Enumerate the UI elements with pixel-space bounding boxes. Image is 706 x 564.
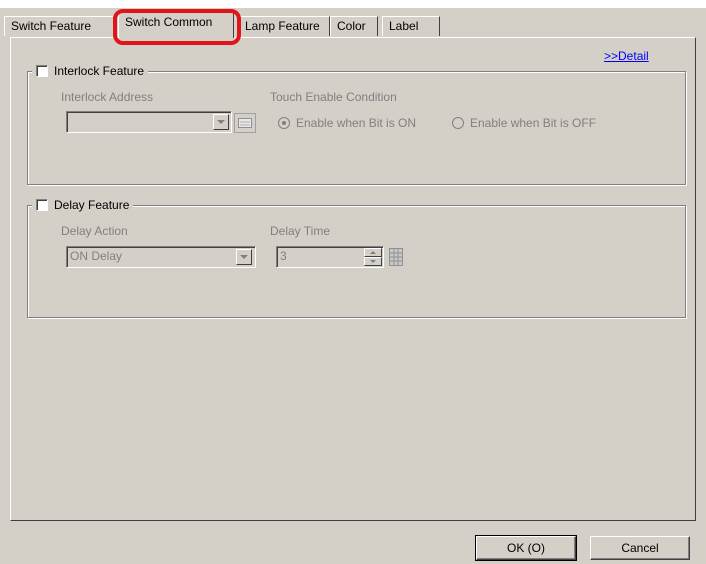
delay-action-select[interactable]: ON Delay bbox=[66, 246, 256, 268]
chevron-down-icon bbox=[240, 255, 248, 259]
tab-color[interactable]: Color bbox=[330, 16, 378, 36]
tab-switch-feature[interactable]: Switch Feature bbox=[4, 16, 114, 36]
interlock-legend: Interlock Feature bbox=[32, 63, 149, 79]
tab-switch-common[interactable]: Switch Common bbox=[118, 12, 234, 38]
tab-label: Lamp Feature bbox=[245, 19, 320, 33]
delay-time-label: Delay Time bbox=[270, 224, 331, 238]
delay-keypad-button[interactable] bbox=[386, 246, 406, 268]
radio-indicator-selected bbox=[278, 117, 290, 129]
ok-label: OK (O) bbox=[507, 541, 545, 555]
interlock-address-label: Interlock Address bbox=[61, 90, 154, 104]
dialog-window: Switch Feature Switch Common Lamp Featur… bbox=[0, 0, 706, 564]
interlock-checkbox[interactable] bbox=[36, 65, 48, 77]
spin-down-button[interactable] bbox=[364, 257, 382, 266]
chevron-down-icon bbox=[370, 260, 376, 263]
delay-legend: Delay Feature bbox=[32, 197, 134, 213]
tab-label: Color bbox=[337, 19, 366, 33]
tab-label-text: Label bbox=[389, 19, 419, 33]
radio-enable-on[interactable]: Enable when Bit is ON bbox=[278, 116, 416, 130]
radio-enable-off[interactable]: Enable when Bit is OFF bbox=[452, 116, 596, 130]
chevron-down-icon bbox=[217, 120, 225, 124]
keypad-icon bbox=[238, 118, 252, 128]
delay-title: Delay Feature bbox=[54, 198, 130, 212]
delay-action-label: Delay Action bbox=[61, 224, 128, 238]
delay-checkbox[interactable] bbox=[36, 199, 48, 211]
keypad-button[interactable] bbox=[234, 113, 256, 133]
radio-on-label: Enable when Bit is ON bbox=[296, 116, 417, 130]
interlock-title: Interlock Feature bbox=[54, 64, 145, 78]
touch-condition-label: Touch Enable Condition bbox=[270, 90, 397, 104]
interlock-address-input[interactable] bbox=[66, 111, 232, 133]
tab-lamp-feature[interactable]: Lamp Feature bbox=[238, 16, 330, 36]
cancel-button[interactable]: Cancel bbox=[590, 536, 690, 560]
tab-label: Switch Common bbox=[125, 15, 213, 29]
keypad-grid-icon bbox=[389, 248, 403, 266]
delay-action-value: ON Delay bbox=[70, 249, 123, 263]
top-strip bbox=[0, 0, 706, 8]
delay-time-value: 3 bbox=[280, 249, 287, 263]
delay-action-dropdown[interactable] bbox=[236, 249, 252, 265]
radio-indicator bbox=[452, 117, 464, 129]
tab-label[interactable]: Label bbox=[382, 16, 440, 36]
ok-button[interactable]: OK (O) bbox=[475, 535, 577, 561]
delay-time-spinner[interactable] bbox=[364, 248, 382, 266]
spin-up-button[interactable] bbox=[364, 248, 382, 257]
cancel-label: Cancel bbox=[621, 541, 659, 555]
interlock-address-dropdown[interactable] bbox=[213, 114, 229, 130]
chevron-up-icon bbox=[370, 251, 376, 254]
tab-label: Switch Feature bbox=[11, 19, 92, 33]
radio-off-label: Enable when Bit is OFF bbox=[470, 116, 597, 130]
detail-link[interactable]: >>Detail bbox=[604, 49, 649, 63]
